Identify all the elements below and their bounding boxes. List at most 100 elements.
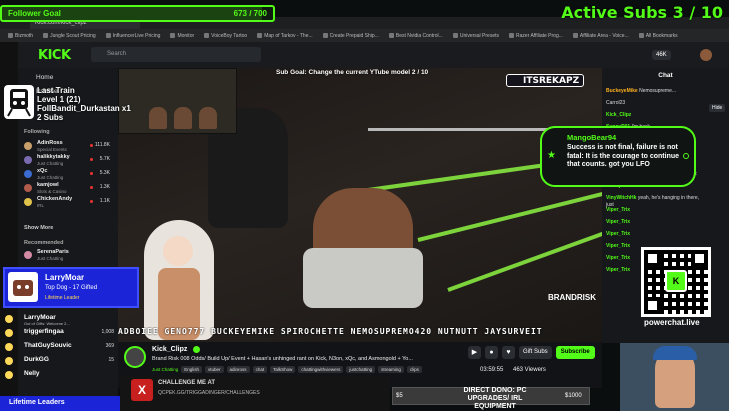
live-dot-icon: [90, 144, 93, 147]
bookmark-item[interactable]: Map of Tarkov - The...: [257, 31, 313, 40]
bookmark-label: Create Prepaid Ship...: [329, 32, 379, 39]
bookmark-item[interactable]: All Bookmarks: [638, 31, 678, 40]
leader-name: triggerfingaa: [24, 328, 64, 335]
bubble-indicator: [683, 153, 689, 159]
bookmark-item[interactable]: Best Nvidia Control...: [388, 31, 443, 40]
lifetime-leaders-footer: Lifetime Leaders: [0, 396, 139, 411]
bookmark-label: Universal Presets: [459, 32, 500, 39]
stream-category[interactable]: Just Chatting: [152, 366, 178, 373]
chat-username[interactable]: Viper_Trix: [606, 231, 630, 237]
bookmark-item[interactable]: Create Prepaid Ship...: [322, 31, 379, 40]
bookmark-label: Jungle Scout Pricing: [50, 32, 96, 39]
channel-name: SerenaParis: [37, 249, 69, 255]
train-title: Last Train: [37, 86, 75, 95]
sidebar-home-link[interactable]: Home: [36, 74, 53, 81]
studio-inset: [118, 68, 237, 134]
bookmark-item[interactable]: VoiceBoy Tartoo: [204, 31, 247, 40]
sidebar-channel[interactable]: SerenaParis Just Chatting: [22, 249, 114, 263]
top-gifter-name: LarryMoar: [45, 273, 85, 282]
chat-hide-button[interactable]: Hide: [709, 104, 726, 112]
bookmark-item[interactable]: Monitor: [170, 31, 194, 40]
kick-logo[interactable]: KICK: [38, 48, 71, 63]
bookmark-item[interactable]: Universal Presets: [452, 31, 500, 40]
studio-person: [199, 107, 217, 129]
hype-train-text: Last Train Level 1 (21) FollBandit_Durka…: [37, 86, 131, 122]
chat-text: Nemosupreme...: [639, 88, 677, 94]
crown-icon: [5, 371, 13, 379]
leader-name: LarryMoar: [24, 314, 56, 321]
follow-heart-icon[interactable]: ♥: [502, 346, 515, 359]
clip-button[interactable]: ▶: [468, 346, 481, 359]
leader-name: ThatGuySouvic: [24, 342, 72, 349]
crown-icon: [5, 357, 13, 365]
bookmarks-bar: Bizmoth Jungle Scout Pricing InfluencerLiv…: [0, 29, 729, 42]
bookmark-label: Affiliate Area - Voice...: [579, 32, 629, 39]
kicks-balance-badge[interactable]: 46K: [652, 50, 671, 60]
stream-tag[interactable]: chattingwithviewers: [298, 366, 344, 373]
notification-bell-icon[interactable]: ●: [485, 346, 498, 359]
donation-goal-label: DIRECT DONO: PC UPGRADES/ IRL EQUIPMENT: [463, 387, 527, 410]
follower-goal-bar: Follower Goal 673 / 700: [0, 5, 275, 22]
bookmark-icon: [257, 33, 263, 38]
bookmark-icon: [170, 33, 176, 38]
pin-icon: ★: [547, 150, 556, 161]
chat-username[interactable]: Viper_Trix: [606, 219, 630, 225]
streamer-name[interactable]: Kick_Clipz: [152, 346, 187, 353]
stream-tag[interactable]: English: [181, 366, 203, 373]
leaderboard-row: triggerfingaa 1,008: [5, 328, 116, 339]
stream-uptime: 03:59:55: [480, 367, 504, 373]
sidebar-channel[interactable]: AdinRoss Special Events 111.8K: [22, 140, 114, 154]
chat-username[interactable]: BuckeyeMike: [606, 88, 639, 94]
stream-tag[interactable]: adinross: [226, 366, 250, 373]
bookmark-item[interactable]: Affiliate Area - Voice...: [572, 31, 629, 40]
sidebar-channel[interactable]: xQc Just Chatting 5.3K: [22, 168, 114, 182]
chat-username[interactable]: Kick_Clipz: [606, 112, 631, 118]
bookmark-label: InfluencerLive Pricing: [112, 32, 161, 39]
chat-message: Carrol23: [606, 100, 706, 107]
train-subs: 2 Subs: [37, 113, 64, 122]
action-buttons: ▶ ● ♥ Gift Subs Subscribe: [468, 346, 595, 359]
stream-tag[interactable]: TalkShow: [270, 366, 296, 373]
leader-name: DurkGG: [24, 356, 49, 363]
qr-finder: [644, 297, 661, 314]
sidebar-channel[interactable]: ChickenAndy IRL 1.1K: [22, 196, 114, 210]
bookmark-item[interactable]: Bizmoth: [8, 31, 33, 40]
chat-message: BuckeyeMike Nemosupreme...: [606, 88, 706, 95]
bookmark-item[interactable]: InfluencerLive Pricing: [105, 31, 161, 40]
sidebar-channel[interactable]: kamjowl Slots & Casino 1.3K: [22, 182, 114, 196]
channel-name: kamjowl: [37, 182, 59, 188]
show-more-link[interactable]: Show More: [24, 225, 53, 231]
chat-username[interactable]: Viper_Trix: [606, 207, 630, 213]
stream-tag[interactable]: chat: [252, 366, 268, 373]
leader-note: Out of Gifts: Welcome 2...: [24, 321, 70, 326]
stream-title: Brand Risk 008 Odds/ Build Up/ Event + H…: [152, 356, 413, 362]
subscribe-button[interactable]: Subscribe: [555, 346, 595, 359]
channel-avatar: [24, 198, 32, 206]
bookmark-icon: [638, 33, 644, 38]
stream-tag[interactable]: justchatting: [346, 366, 376, 373]
chat-username[interactable]: VinyWitchHk: [606, 195, 638, 201]
channel-category: Just Chatting: [37, 175, 64, 180]
streamer-avatar[interactable]: [124, 346, 146, 368]
gift-subs-button[interactable]: Gift Subs: [519, 346, 552, 359]
crown-icon: [5, 343, 13, 351]
vtuber-face: [163, 236, 193, 266]
leaderboard-list: LarryMoar Out of Gifts: Welcome 2... trigg…: [0, 310, 118, 396]
chat-username[interactable]: Viper_Trix: [606, 267, 630, 273]
stream-tag[interactable]: vtuber: [205, 366, 224, 373]
user-avatar[interactable]: [700, 49, 712, 61]
sidebar-channel[interactable]: halikkytakky Just Chatting 5.7K: [22, 154, 114, 168]
search-input[interactable]: Search: [91, 47, 261, 62]
following-title: Following: [24, 129, 50, 135]
stream-tag[interactable]: clips: [406, 366, 422, 373]
stream-tag[interactable]: streaming: [378, 366, 404, 373]
bookmark-icon: [572, 33, 578, 38]
chat-message: Viper_Trix: [606, 231, 706, 238]
chat-username[interactable]: Viper_Trix: [606, 255, 630, 261]
crown-icon: [5, 315, 13, 323]
bookmark-item[interactable]: Jungle Scout Pricing: [43, 31, 96, 40]
channel-viewers: 1.3K: [99, 184, 110, 190]
video-player[interactable]: Sub Goal: Change the current YTube model…: [118, 68, 602, 342]
bookmark-item[interactable]: Razer Affiliate Prog...: [509, 31, 563, 40]
chat-username[interactable]: Viper_Trix: [606, 243, 630, 249]
